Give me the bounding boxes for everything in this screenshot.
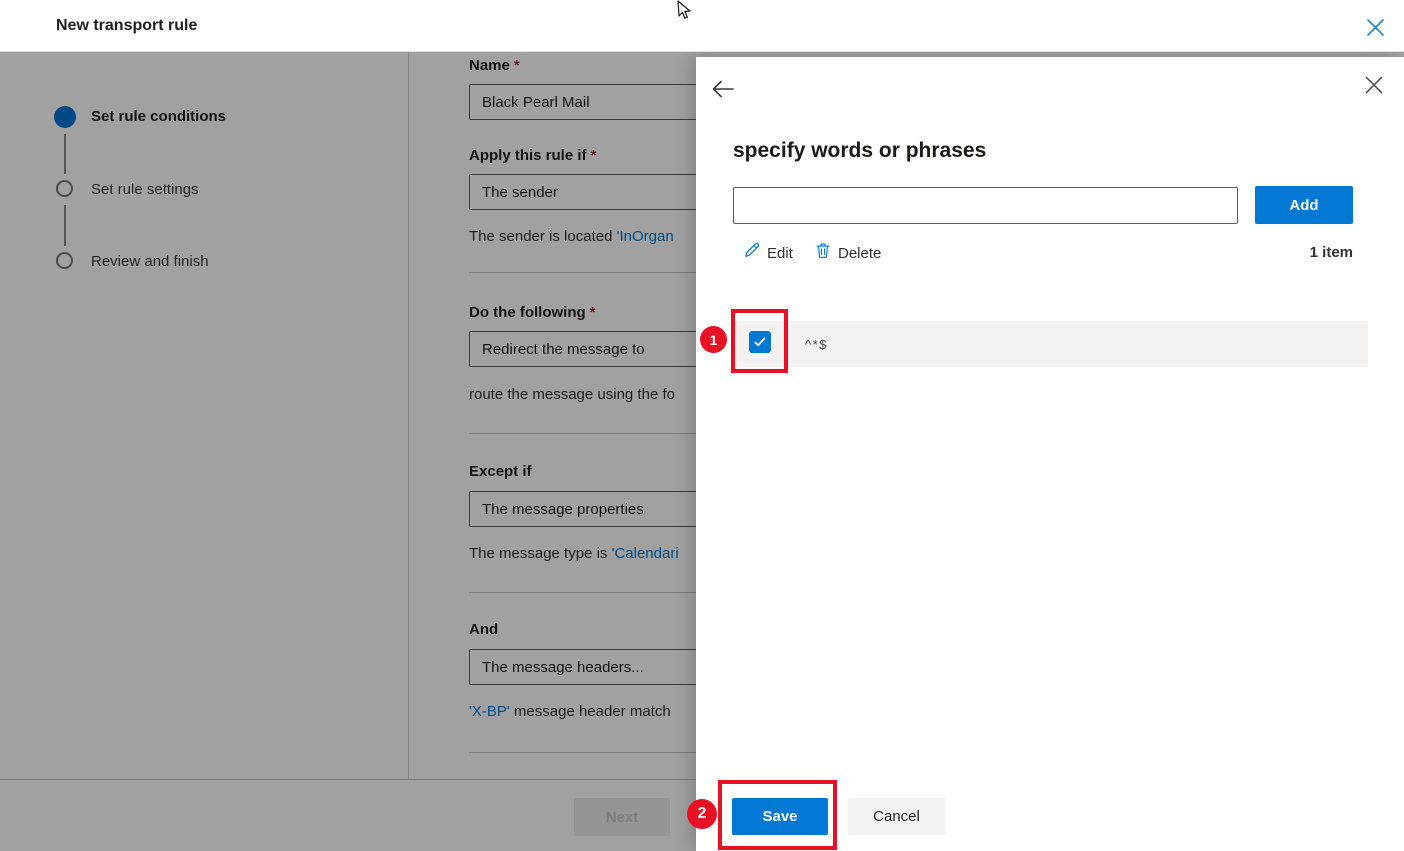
- panel-title: specify words or phrases: [733, 139, 986, 163]
- item-count: 1 item: [1310, 244, 1353, 261]
- annotation-box-checkbox: [731, 309, 788, 373]
- mouse-cursor: [672, 0, 694, 27]
- annotation-step-2: 2: [687, 799, 717, 829]
- word-phrase-input[interactable]: [733, 187, 1238, 224]
- wizard-close-icon[interactable]: [1366, 18, 1385, 37]
- list-item-text: ^*$: [805, 321, 828, 367]
- list-item[interactable]: [734, 321, 1368, 367]
- cancel-button[interactable]: Cancel: [848, 798, 945, 835]
- title-bar: [0, 0, 1404, 52]
- delete-button[interactable]: Delete: [815, 242, 881, 264]
- delete-label: Delete: [838, 245, 881, 262]
- add-button[interactable]: Add: [1255, 186, 1353, 224]
- annotation-step-1: 1: [700, 326, 727, 353]
- trash-icon: [815, 242, 831, 264]
- panel-close-icon[interactable]: [1365, 76, 1383, 94]
- pencil-icon: [743, 242, 760, 264]
- back-arrow-icon[interactable]: [711, 80, 734, 98]
- edit-label: Edit: [767, 245, 793, 262]
- specify-words-panel: [696, 57, 1404, 851]
- annotation-box-save: [718, 780, 837, 850]
- page-title: New transport rule: [56, 0, 197, 52]
- edit-button[interactable]: Edit: [743, 242, 793, 264]
